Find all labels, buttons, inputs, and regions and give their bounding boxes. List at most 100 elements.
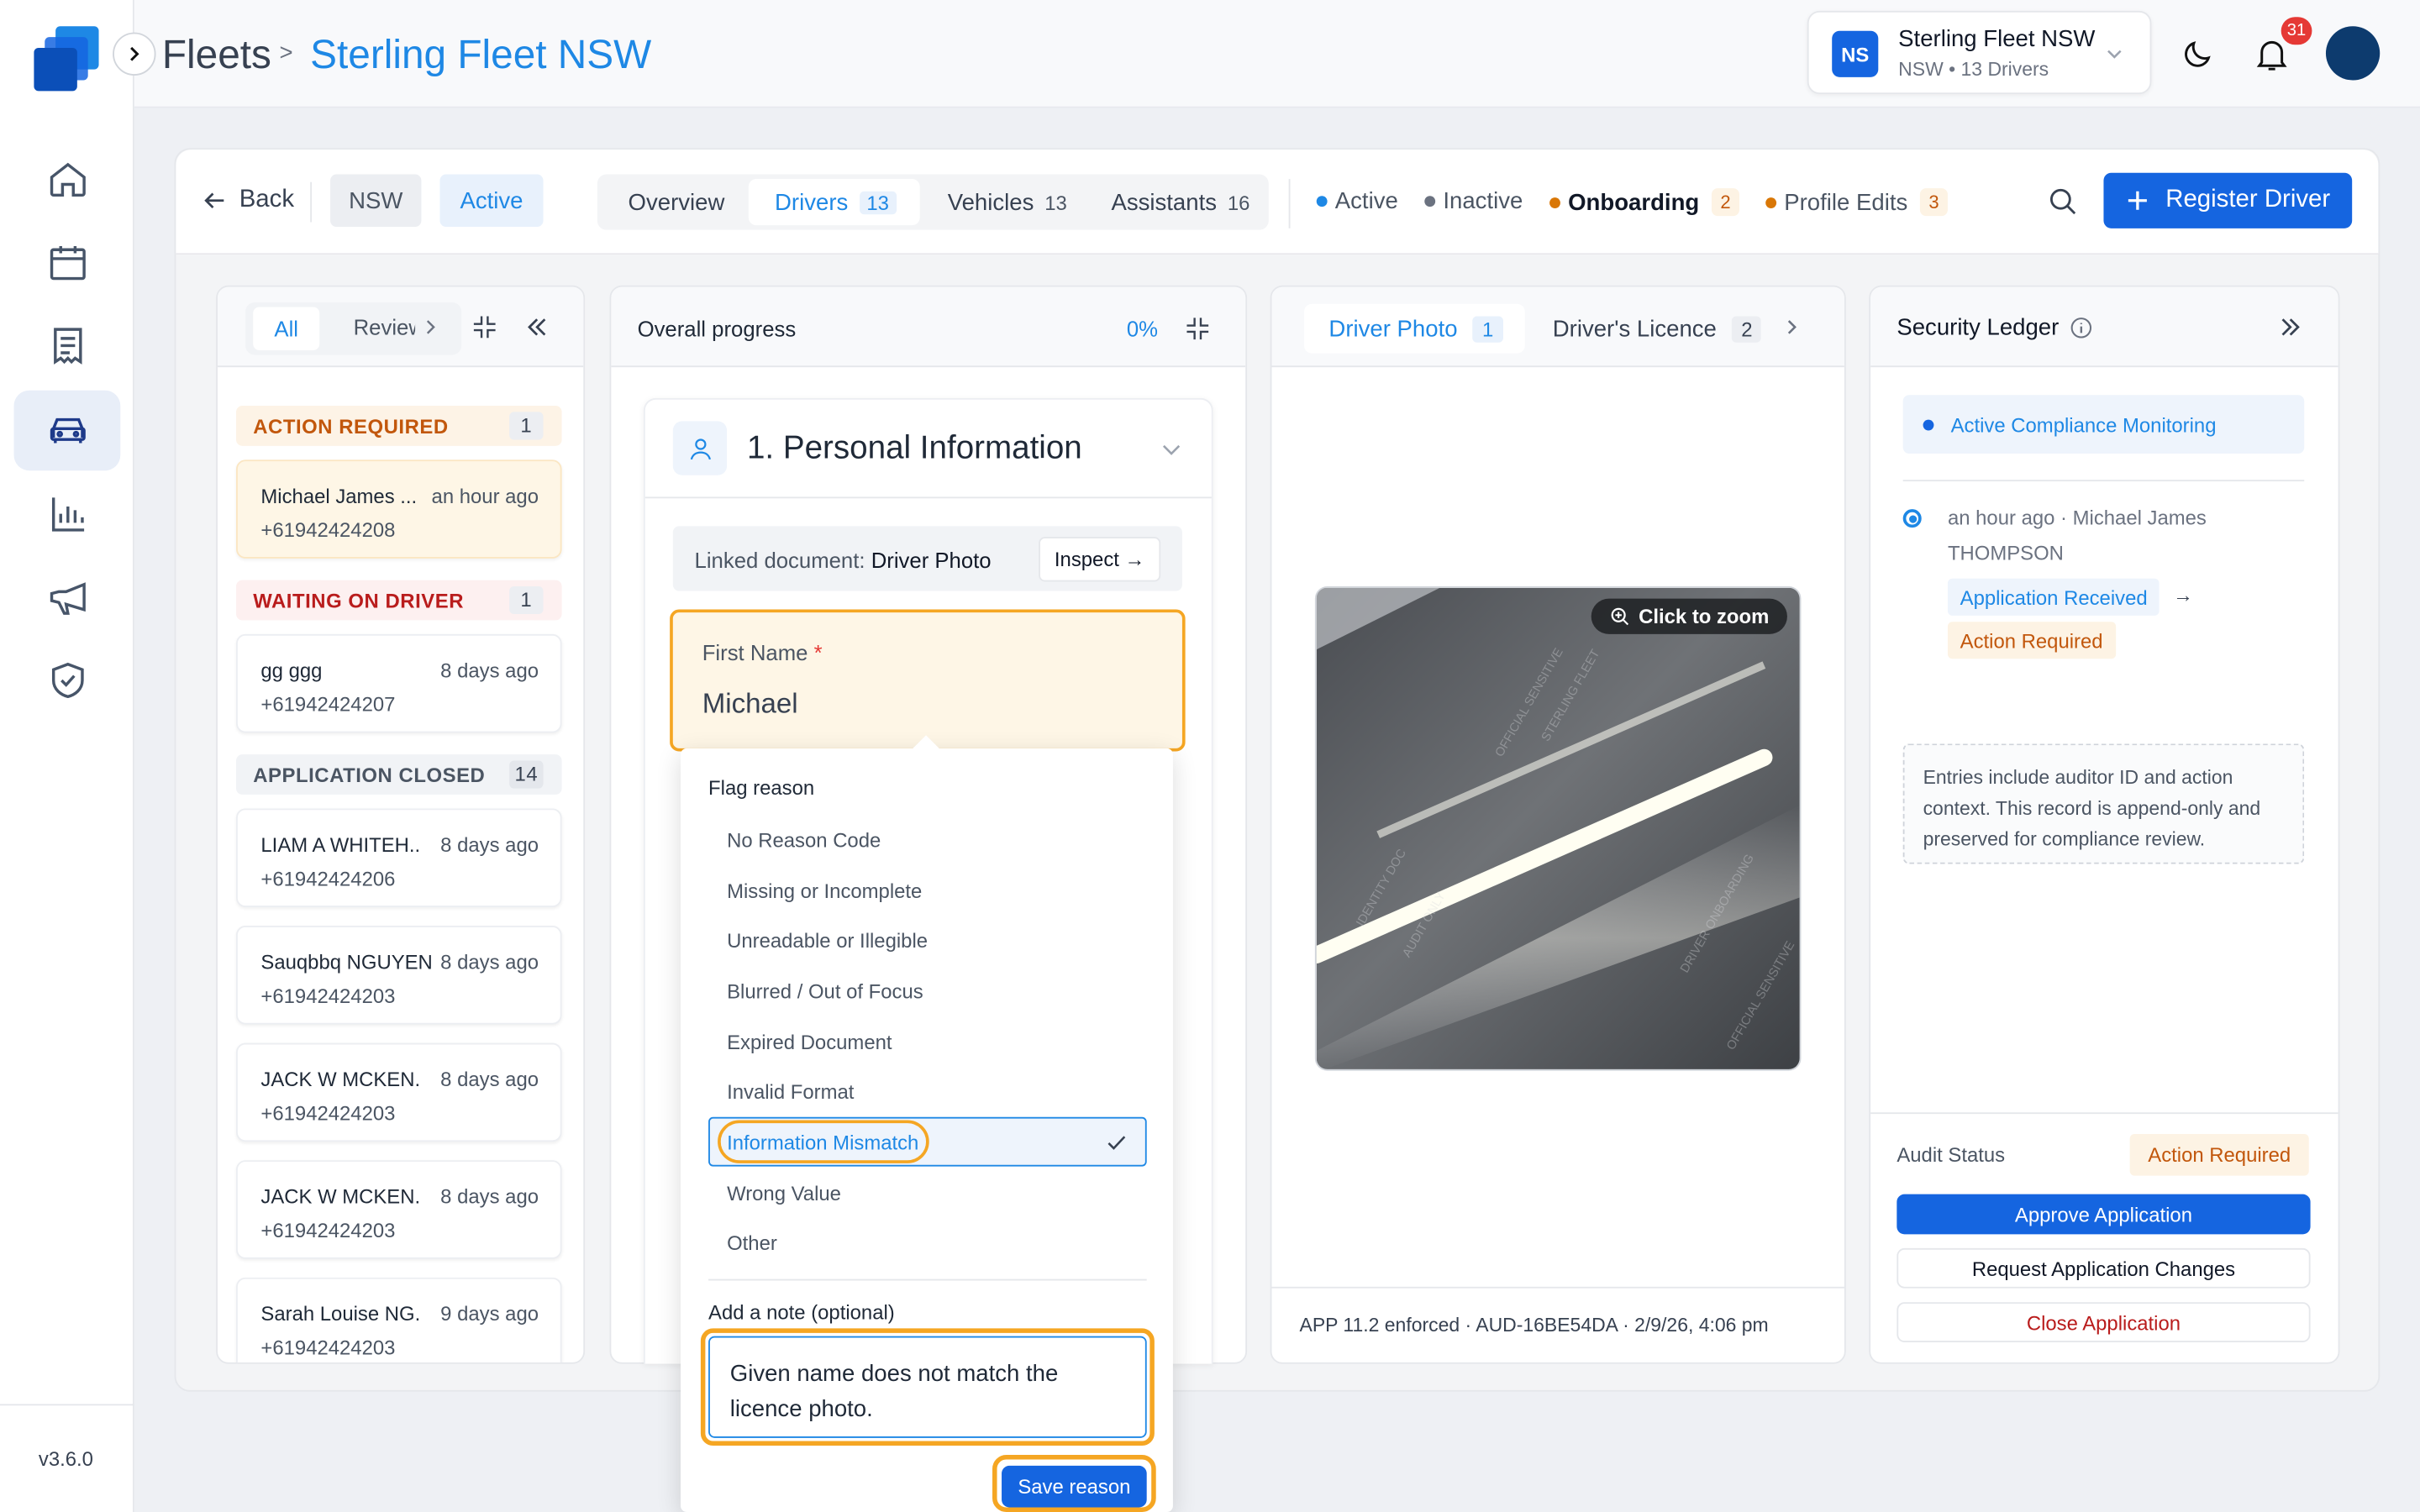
page-title: Sterling Fleet NSW [310, 30, 652, 77]
divider [310, 181, 313, 223]
flag-option[interactable]: Other [727, 1231, 777, 1255]
tab-label: Vehicles [947, 188, 1034, 216]
tab-vehicles[interactable]: Vehicles 13 [948, 179, 1067, 225]
info-icon [2070, 318, 2092, 339]
status-filter-active[interactable]: Active [1316, 188, 1398, 214]
status-filter-profile-edits[interactable]: Profile Edits 3 [1765, 188, 1949, 217]
nav-documents-icon[interactable] [14, 306, 121, 386]
status-label: Profile Edits [1784, 188, 1908, 216]
queue-driver-card[interactable]: LIAM A WHITEH... 8 days ago +61942424206 [236, 808, 562, 907]
chevron-down-icon [2107, 50, 2122, 59]
click-to-zoom-chip[interactable]: Click to zoom [1591, 598, 1787, 634]
required-mark: * [813, 640, 823, 665]
queue-driver-card[interactable]: gg ggg 8 days ago +61942424207 [236, 633, 562, 733]
queue-clip: Sarah Louise NG... 9 days ago +61942424203 [218, 1277, 583, 1362]
inspect-button[interactable]: Inspect → [1039, 537, 1161, 582]
divider [1271, 1286, 1844, 1289]
nav-security-icon[interactable] [14, 640, 121, 721]
collapse-arrows-icon[interactable] [472, 315, 497, 339]
driver-phone: +61942424206 [260, 867, 396, 890]
double-chevron-left-icon[interactable] [524, 315, 549, 339]
collapse-arrows-icon[interactable] [1186, 317, 1210, 341]
driver-name: JACK W MCKEN... [260, 1184, 422, 1209]
status-from-badge: Application Received [1947, 578, 2160, 616]
org-switcher[interactable]: NS Sterling Fleet NSW NSW • 13 Drivers [1807, 10, 2152, 95]
request-changes-button[interactable]: Request Application Changes [1897, 1247, 2311, 1289]
tab-label: Overview [628, 188, 725, 216]
status-count: 2 [1711, 188, 1739, 217]
ledger-note-text: Entries include auditor ID and action co… [1923, 766, 2261, 851]
close-application-button[interactable]: Close Application [1897, 1302, 2311, 1342]
user-avatar[interactable] [2325, 26, 2381, 81]
driver-photo-image[interactable]: OFFICIAL SENSITIVE STERLING FLEET IDENTI… [1314, 585, 1802, 1071]
queue-driver-card[interactable]: JACK W MCKEN... 8 days ago +61942424203 [236, 1042, 562, 1142]
flag-option[interactable]: Expired Document [727, 1031, 892, 1054]
search-icon[interactable] [2047, 185, 2081, 227]
flag-option[interactable]: No Reason Code [727, 828, 881, 852]
left-nav: v3.6.0 [0, 0, 134, 1512]
status-filter-inactive[interactable]: Inactive [1424, 188, 1523, 214]
app-logo[interactable] [31, 24, 105, 94]
status-to-badge: Action Required [1947, 622, 2116, 659]
flag-option[interactable]: Invalid Format [727, 1080, 854, 1104]
tab-assistants[interactable]: Assistants 16 [1111, 179, 1249, 225]
driver-phone: +61942424207 [260, 692, 396, 717]
chevron-right-icon[interactable] [421, 318, 439, 336]
region-chip[interactable]: NSW [330, 174, 422, 227]
chevron-right-icon [130, 46, 139, 61]
register-driver-button[interactable]: Register Driver [2103, 172, 2353, 228]
queue-driver-card[interactable]: Sauqbbq NGUYEN 8 days ago +61942424203 [236, 926, 562, 1025]
first-name-field[interactable] [670, 609, 1186, 752]
double-chevron-right-icon[interactable] [2278, 315, 2302, 339]
tab-overview[interactable]: Overview [629, 179, 725, 225]
ledger-title-text: Security Ledger [1897, 314, 2060, 341]
section-title: 1. Personal Information [746, 430, 1082, 466]
approve-application-button[interactable]: Approve Application [1897, 1194, 2311, 1235]
back-button[interactable]: Back [203, 186, 294, 214]
queue-driver-card[interactable]: JACK W MCKEN... 8 days ago +61942424203 [236, 1160, 562, 1259]
status-dot [1549, 197, 1560, 208]
flag-option[interactable]: Unreadable or Illegible [727, 929, 928, 953]
tab-label: Drivers [775, 188, 849, 216]
save-reason-button[interactable]: Save reason [1002, 1465, 1147, 1508]
filter-all[interactable]: All [253, 307, 320, 350]
field-label: First Name [702, 640, 808, 665]
queue-driver-card[interactable]: Sarah Louise NG... 9 days ago +61942424203 [236, 1277, 562, 1362]
chevron-right-icon[interactable] [1782, 318, 1801, 336]
flag-option[interactable]: Blurred / Out of Focus [727, 979, 923, 1003]
ledger-entry-name: THOMPSON [1947, 541, 2064, 565]
status-filter-onboarding[interactable]: Onboarding 2 [1549, 188, 1739, 217]
driver-phone: +61942424208 [260, 518, 396, 542]
nav-reports-icon[interactable] [14, 474, 121, 554]
chevron-down-icon[interactable] [1160, 438, 1182, 460]
nav-calendar-icon[interactable] [14, 222, 121, 302]
dark-mode-icon[interactable] [2179, 35, 2216, 80]
ledger-note: Entries include auditor ID and action co… [1902, 743, 2305, 864]
tab-drivers[interactable]: Drivers 13 [748, 179, 920, 226]
section-label: APPLICATION CLOSED [253, 763, 486, 786]
driver-time: 8 days ago [440, 950, 539, 974]
nav-vehicles-icon[interactable] [13, 390, 121, 471]
nav-announcements-icon[interactable] [14, 557, 121, 638]
nav-home-icon[interactable] [14, 139, 121, 219]
flag-option-label: Information Mismatch [727, 1131, 919, 1154]
flag-option[interactable]: Missing or Incomplete [727, 879, 922, 903]
status-label: Inactive [1443, 188, 1523, 215]
queue-driver-card[interactable]: Michael James ... an hour ago +61942424208 [236, 459, 562, 559]
expand-sidebar-button[interactable] [113, 32, 156, 76]
note-textarea[interactable]: Given name does not match the licence ph… [708, 1336, 1147, 1438]
filter-review[interactable]: Review [354, 315, 415, 339]
progress-title: Overall progress [637, 316, 797, 341]
status-dot [1765, 197, 1777, 208]
state-chip[interactable]: Active [439, 174, 544, 227]
note-text: Given name does not match the licence ph… [729, 1360, 1059, 1423]
driver-time: 8 days ago [440, 1184, 539, 1209]
breadcrumb-separator: > [279, 39, 293, 66]
breadcrumb-fleets[interactable]: Fleets [162, 31, 271, 79]
flag-option[interactable]: Wrong Value [727, 1182, 841, 1205]
doc-tab-drivers-licence[interactable]: Driver's Licence 2 [1553, 316, 1762, 343]
doc-tab-driver-photo[interactable]: Driver Photo 1 [1304, 303, 1525, 354]
user-icon [672, 421, 728, 475]
org-name: Sterling Fleet NSW [1898, 26, 2096, 53]
audit-status-label: Audit Status [1897, 1143, 2006, 1167]
